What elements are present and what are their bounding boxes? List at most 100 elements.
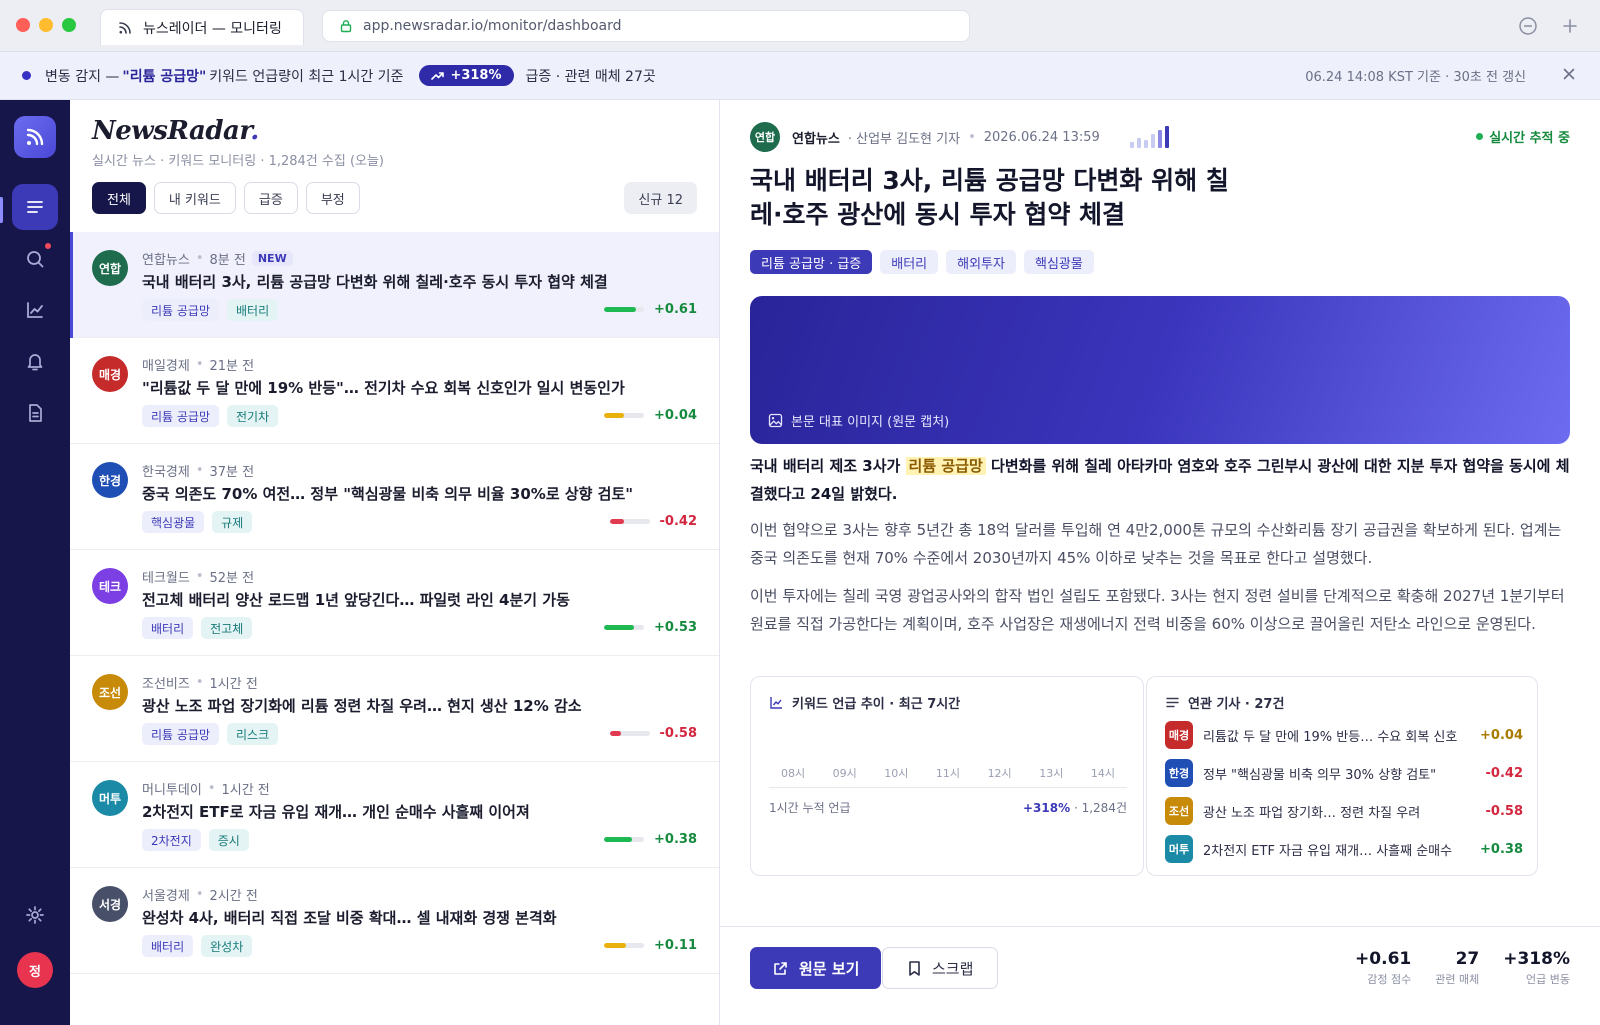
hour-label: 14시 bbox=[1090, 767, 1115, 780]
news-item[interactable]: 연합 연합뉴스 • 8분 전 NEW 국내 배터리 3사, 리튬 공급망 다변화 위해… bbox=[70, 232, 719, 338]
document-icon bbox=[29, 404, 42, 422]
address-bar[interactable]: app.newsradar.io/monitor/dashboard bbox=[322, 10, 970, 42]
article-tag[interactable]: 핵심광물 bbox=[1023, 250, 1094, 274]
article-paragraph: 이번 투자에는 칠레 국영 광업공사와의 합작 법인 설립도 포함됐다. 3사는… bbox=[750, 587, 1565, 633]
url-text: app.newsradar.io/monitor/dashboard bbox=[363, 18, 622, 34]
article-title: 국내 배터리 3사, 리튬 공급망 다변화 위해 칠레·호주 광산에 동시 투자… bbox=[750, 166, 1229, 229]
item-meta: 서울경제 • 2시간 전 bbox=[142, 887, 258, 904]
related-articles-card: 연관 기사 · 27건 매경 리튬값 두 달 만에 19% 반등… 수요 회복 … bbox=[1146, 676, 1538, 876]
article-tag[interactable]: 리튬 공급망 · 급증 bbox=[750, 250, 873, 274]
filter-surge[interactable]: 급증 bbox=[243, 182, 298, 214]
close-icon[interactable] bbox=[1560, 65, 1578, 83]
sentiment-bar bbox=[609, 519, 650, 524]
nav-analytics[interactable] bbox=[12, 287, 58, 333]
article-detail-panel: 연합 연합뉴스 · 산업부 김도현 기자 • 2026.06.24 13:59 … bbox=[720, 100, 1600, 1025]
source-avatar: 서경 bbox=[92, 886, 128, 922]
item-tag[interactable]: 핵심광물 bbox=[142, 511, 205, 533]
new-count-badge[interactable]: 신규 12 bbox=[624, 182, 697, 214]
news-item[interactable]: 테크 테크월드 • 52분 전 전고체 배터리 양산 로드맵 1년 앞당긴다… 파일… bbox=[70, 550, 719, 656]
rss-icon bbox=[119, 21, 131, 34]
trend-divider bbox=[769, 787, 1127, 788]
change-alert-banner: 변동 감지 — "리튬 공급망" 키워드 언급량이 최근 1시간 기준 +318… bbox=[0, 52, 1600, 100]
item-tag[interactable]: 완성차 bbox=[201, 935, 253, 957]
related-score: -0.42 bbox=[1485, 765, 1523, 781]
news-item[interactable]: 한경 한국경제 • 37분 전 중국 의존도 70% 여전… 정부 "핵심광물 비축… bbox=[70, 444, 719, 550]
source-avatar: 연합 bbox=[92, 250, 128, 286]
article-tag[interactable]: 해외투자 bbox=[946, 250, 1016, 274]
hour-label: 11시 bbox=[935, 767, 961, 780]
related-title: 정부 "핵심광물 비축 의무 30% 상향 검토" bbox=[1203, 767, 1437, 783]
nav-active-indicator bbox=[0, 197, 3, 223]
new-tab-icon[interactable] bbox=[1560, 16, 1580, 36]
alert-change-badge: +318% bbox=[419, 65, 514, 86]
item-tag[interactable]: 증시 bbox=[208, 829, 249, 851]
source-avatar: 테크 bbox=[92, 568, 128, 604]
item-tag[interactable]: 전기차 bbox=[227, 405, 279, 427]
item-tag[interactable]: 2차전지 bbox=[142, 829, 201, 851]
related-card-title: 연관 기사 · 27건 bbox=[1165, 693, 1284, 712]
minus-circle-icon[interactable] bbox=[1518, 16, 1538, 36]
nav-reports[interactable] bbox=[12, 390, 58, 436]
user-avatar[interactable]: 정 bbox=[17, 952, 53, 988]
item-tag[interactable]: 전고체 bbox=[201, 617, 253, 639]
sentiment-score: +0.61 bbox=[604, 302, 697, 317]
related-source-badge: 머투 bbox=[1165, 835, 1193, 863]
article-paragraph: 이번 협약으로 3사는 향후 5년간 총 18억 달러를 투입해 연 4만2,0… bbox=[750, 521, 1562, 567]
alert-prefix: 변동 감지 — bbox=[45, 68, 120, 85]
brand-logo: NewsRadar. bbox=[92, 116, 259, 146]
minimize-window-button[interactable] bbox=[39, 18, 53, 32]
sentiment-score: -0.58 bbox=[609, 726, 697, 741]
app-logo[interactable] bbox=[14, 116, 56, 158]
search-icon bbox=[27, 251, 44, 268]
item-tag[interactable]: 배터리 bbox=[142, 935, 194, 957]
hour-label: 10시 bbox=[884, 767, 909, 780]
related-item[interactable]: 한경 정부 "핵심광물 비축 의무 30% 상향 검토" -0.42 bbox=[1165, 759, 1523, 787]
alert-keyword: "리튬 공급망" bbox=[122, 68, 207, 85]
item-tag[interactable]: 리튬 공급망 bbox=[142, 405, 220, 427]
hour-label: 08시 bbox=[781, 767, 806, 780]
keyword-highlight: 리튬 공급망 bbox=[905, 457, 986, 475]
news-item[interactable]: 서경 서울경제 • 2시간 전 완성차 4사, 배터리 직접 조달 비중 확대… 셀… bbox=[70, 868, 719, 974]
item-meta: 매일경제 • 21분 전 bbox=[142, 357, 255, 374]
news-item[interactable]: 매경 매일경제 • 21분 전 "리튬값 두 달 만에 19% 반등"… 전기차 수… bbox=[70, 338, 719, 444]
item-meta: 머니투데이 • 1시간 전 bbox=[142, 781, 270, 798]
item-title: "리튬값 두 달 만에 19% 반등"… 전기차 수요 회복 신호인가 일시 변… bbox=[142, 379, 625, 397]
article-tag[interactable]: 배터리 bbox=[880, 250, 939, 274]
sentiment-score: +0.04 bbox=[604, 408, 697, 423]
maximize-window-button[interactable] bbox=[62, 18, 76, 32]
source-avatar: 한경 bbox=[92, 462, 128, 498]
related-source-badge: 조선 bbox=[1165, 797, 1193, 825]
related-item[interactable]: 매경 리튬값 두 달 만에 19% 반등… 수요 회복 신호 +0.04 bbox=[1165, 721, 1523, 749]
browser-chrome: 뉴스레이더 — 모니터링 app.newsradar.io/monitor/da… bbox=[0, 0, 1600, 52]
item-tag[interactable]: 배터리 bbox=[142, 617, 194, 639]
new-badge: NEW bbox=[251, 251, 293, 266]
item-tag[interactable]: 리튬 공급망 bbox=[142, 299, 220, 321]
related-item[interactable]: 머투 2차전지 ETF 자금 유입 재개… 사흘째 순매수 +0.38 bbox=[1165, 835, 1523, 863]
sentiment-score: +0.38 bbox=[604, 832, 697, 847]
nav-alerts[interactable] bbox=[12, 338, 58, 384]
filter-negative[interactable]: 부정 bbox=[305, 182, 360, 214]
article-tags: 리튬 공급망 · 급증 배터리 해외투자 핵심광물 bbox=[750, 250, 1094, 274]
item-tag[interactable]: 배터리 bbox=[227, 299, 279, 321]
related-item[interactable]: 조선 광산 노조 파업 장기화… 정련 차질 우려 -0.58 bbox=[1165, 797, 1523, 825]
close-window-button[interactable] bbox=[16, 18, 30, 32]
news-item[interactable]: 머투 머니투데이 • 1시간 전 2차전지 ETF로 자금 유입 재개… 개인 순매… bbox=[70, 762, 719, 868]
filter-all[interactable]: 전체 bbox=[92, 182, 146, 214]
source-avatar: 매경 bbox=[92, 356, 128, 392]
item-tag[interactable]: 리튬 공급망 bbox=[142, 723, 220, 745]
article-source[interactable]: 연합뉴스 bbox=[792, 128, 840, 147]
nav-search[interactable] bbox=[12, 236, 58, 282]
filter-my-keywords[interactable]: 내 키워드 bbox=[153, 182, 236, 214]
browser-tab[interactable]: 뉴스레이더 — 모니터링 bbox=[100, 9, 304, 45]
scrap-button[interactable]: 스크랩 bbox=[882, 947, 999, 989]
nav-settings[interactable] bbox=[12, 892, 58, 938]
item-tag[interactable]: 리스크 bbox=[227, 723, 279, 745]
open-original-button[interactable]: 원문 보기 bbox=[750, 947, 882, 989]
tab-title: 뉴스레이더 — 모니터링 bbox=[143, 20, 282, 37]
item-tag[interactable]: 규제 bbox=[212, 511, 253, 533]
nav-feed[interactable] bbox=[12, 184, 58, 230]
item-title: 전고체 배터리 양산 로드맵 1년 앞당긴다… 파일럿 라인 4분기 가동 bbox=[142, 591, 570, 609]
article-hero-image[interactable]: 본문 대표 이미지 (원문 캡처) bbox=[750, 296, 1570, 444]
news-item[interactable]: 조선 조선비즈 • 1시간 전 광산 노조 파업 장기화에 리튬 정련 차질 우려…… bbox=[70, 656, 719, 762]
item-title: 광산 노조 파업 장기화에 리튬 정련 차질 우려… 현지 생산 12% 감소 bbox=[142, 697, 582, 715]
